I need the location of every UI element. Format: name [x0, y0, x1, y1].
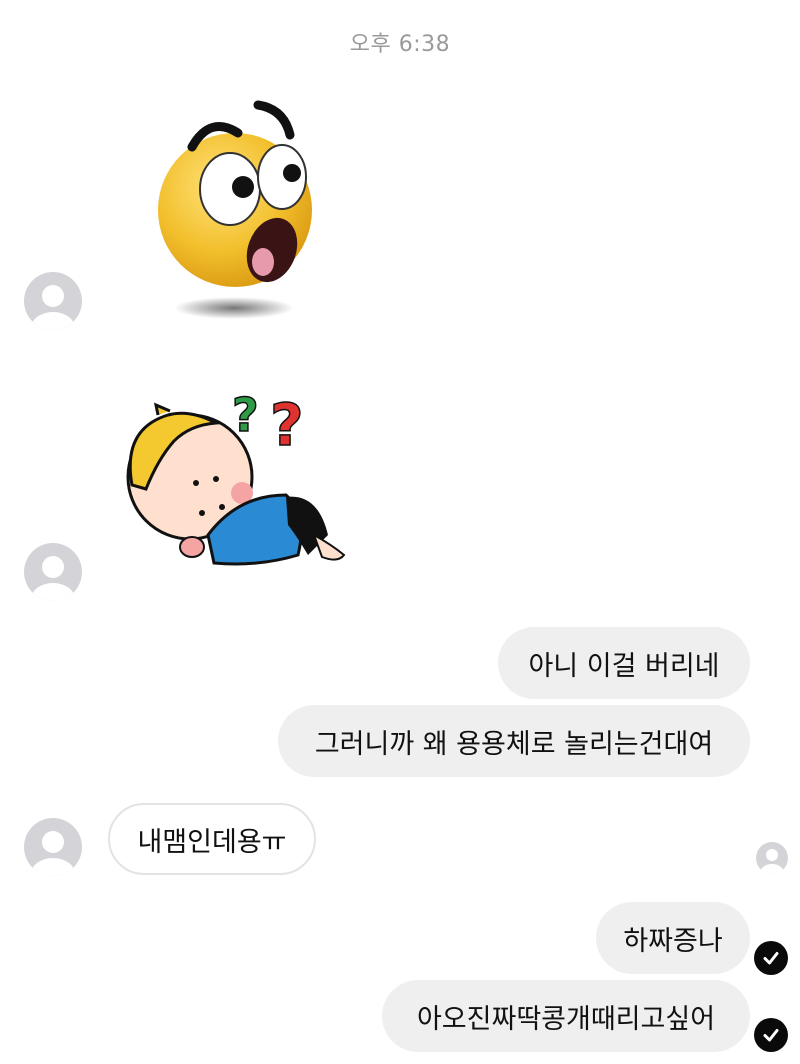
message-text: 하짜증나 [623, 925, 723, 957]
message-text: 그러니까 왜 용용체로 놀리는건대여 [314, 728, 714, 760]
contact-avatar[interactable] [24, 818, 82, 876]
contact-avatar[interactable] [24, 543, 82, 601]
message-text: 아오진짜딱콩개때리고싶어 [416, 1003, 716, 1035]
sent-message-bubble[interactable]: 아오진짜딱콩개때리고싶어 [382, 980, 750, 1052]
sent-message-bubble[interactable]: 하짜증나 [596, 902, 750, 974]
read-check-icon [754, 1018, 788, 1052]
chat-timestamp: 오후 6:38 [349, 32, 451, 57]
confused-baby-sticker[interactable]: ? ? [118, 385, 348, 580]
message-text: 내맴인데용ㅠ [137, 826, 287, 858]
svg-text:?: ? [270, 391, 304, 459]
contact-avatar[interactable] [24, 272, 82, 330]
sent-message-bubble[interactable]: 그러니까 왜 용용체로 놀리는건대여 [278, 705, 750, 777]
seen-by-avatar [756, 842, 788, 874]
message-text: 아니 이걸 버리네 [528, 650, 720, 682]
received-message-bubble[interactable]: 내맴인데용ㅠ [108, 803, 316, 875]
sent-message-bubble[interactable]: 아니 이걸 버리네 [498, 627, 750, 699]
shocked-emoji-sticker[interactable] [150, 95, 330, 330]
read-check-icon [754, 941, 788, 975]
